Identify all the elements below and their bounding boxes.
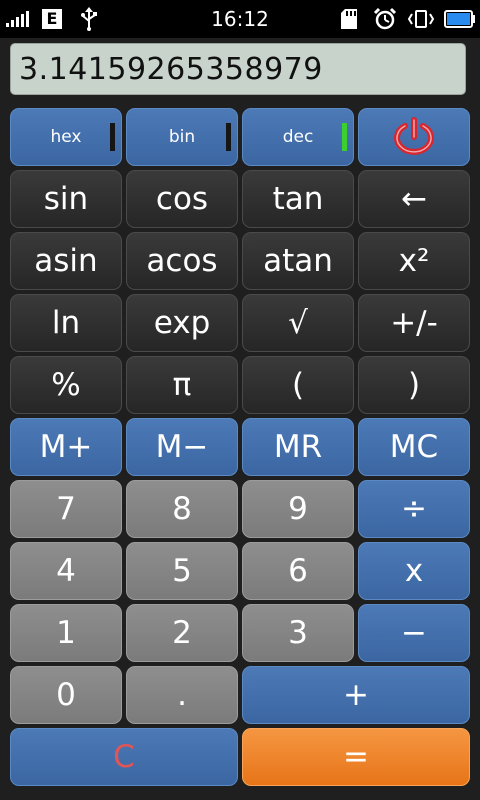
- digit-0-button[interactable]: 0: [10, 666, 122, 724]
- power-button[interactable]: [358, 108, 470, 166]
- hex-label: hex: [50, 127, 82, 147]
- minus-button[interactable]: −: [358, 604, 470, 662]
- digit-7-button[interactable]: 7: [10, 480, 122, 538]
- pi-button[interactable]: π: [126, 356, 238, 414]
- bin-label: bin: [168, 127, 196, 147]
- alarm-icon: [373, 0, 399, 38]
- percent-button[interactable]: %: [10, 356, 122, 414]
- square-button[interactable]: x²: [358, 232, 470, 290]
- equals-button[interactable]: =: [242, 728, 470, 786]
- dec-indicator: [342, 123, 347, 151]
- sin-button[interactable]: sin: [10, 170, 122, 228]
- atan-button[interactable]: atan: [242, 232, 354, 290]
- digit-4-button[interactable]: 4: [10, 542, 122, 600]
- vibrate-icon: [406, 0, 436, 38]
- result-display: 3.14159265358979: [10, 43, 466, 95]
- digit-1-button[interactable]: 1: [10, 604, 122, 662]
- multiply-button[interactable]: x: [358, 542, 470, 600]
- ln-button[interactable]: ln: [10, 294, 122, 352]
- backspace-button[interactable]: ←: [358, 170, 470, 228]
- divide-button[interactable]: ÷: [358, 480, 470, 538]
- open-paren-button[interactable]: (: [242, 356, 354, 414]
- memory-clear-button[interactable]: MC: [358, 418, 470, 476]
- bin-mode-button[interactable]: bin: [126, 108, 238, 166]
- calculator-panel: 3.14159265358979 hex bin dec sin cos tan…: [0, 38, 480, 800]
- cos-button[interactable]: cos: [126, 170, 238, 228]
- decimal-point-button[interactable]: .: [126, 666, 238, 724]
- battery-icon: [444, 0, 476, 38]
- clear-label: C: [113, 739, 135, 775]
- clear-button[interactable]: C: [10, 728, 238, 786]
- dec-mode-button[interactable]: dec: [242, 108, 354, 166]
- sign-toggle-button[interactable]: +/-: [358, 294, 470, 352]
- plus-button[interactable]: +: [242, 666, 470, 724]
- sqrt-button[interactable]: √: [242, 294, 354, 352]
- digit-6-button[interactable]: 6: [242, 542, 354, 600]
- bin-indicator: [226, 123, 231, 151]
- asin-button[interactable]: asin: [10, 232, 122, 290]
- exp-button[interactable]: exp: [126, 294, 238, 352]
- digit-5-button[interactable]: 5: [126, 542, 238, 600]
- tan-button[interactable]: tan: [242, 170, 354, 228]
- acos-button[interactable]: acos: [126, 232, 238, 290]
- status-bar: E 16:12: [0, 0, 480, 38]
- memory-subtract-button[interactable]: M−: [126, 418, 238, 476]
- digit-3-button[interactable]: 3: [242, 604, 354, 662]
- digit-2-button[interactable]: 2: [126, 604, 238, 662]
- display-value: 3.14159265358979: [19, 51, 323, 87]
- digit-9-button[interactable]: 9: [242, 480, 354, 538]
- memory-recall-button[interactable]: MR: [242, 418, 354, 476]
- sd-card-icon: [340, 0, 360, 38]
- hex-indicator: [110, 123, 115, 151]
- memory-add-button[interactable]: M+: [10, 418, 122, 476]
- power-icon: [394, 117, 434, 155]
- hex-mode-button[interactable]: hex: [10, 108, 122, 166]
- dec-label: dec: [282, 127, 314, 147]
- digit-8-button[interactable]: 8: [126, 480, 238, 538]
- close-paren-button[interactable]: ): [358, 356, 470, 414]
